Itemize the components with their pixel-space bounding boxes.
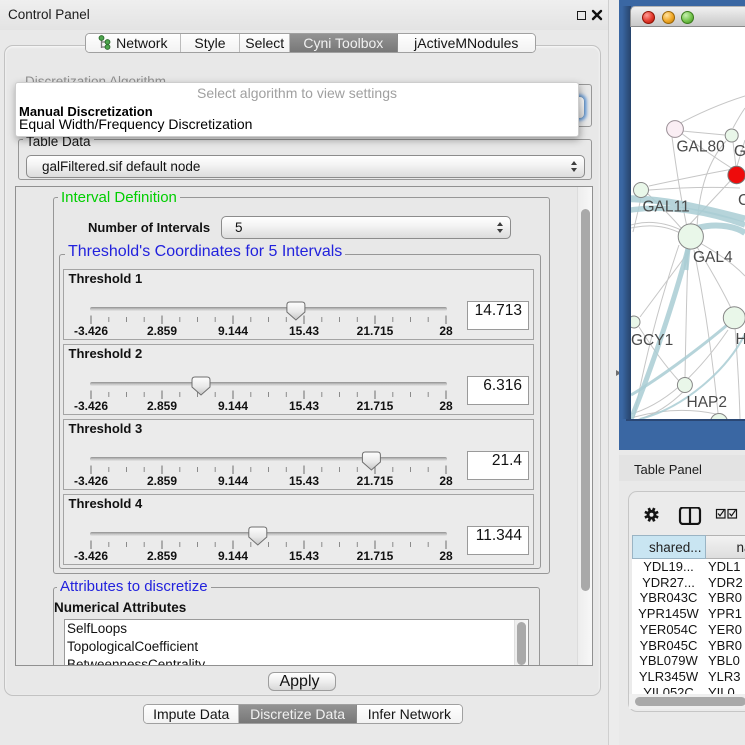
svg-text:15.43: 15.43 bbox=[289, 399, 319, 413]
svg-text:HA: HA bbox=[736, 331, 745, 348]
svg-text:GAL11: GAL11 bbox=[643, 199, 690, 216]
svg-text:GAL4: GAL4 bbox=[693, 249, 733, 266]
svg-text:28: 28 bbox=[439, 474, 453, 488]
svg-text:28: 28 bbox=[439, 549, 453, 563]
svg-text:2.859: 2.859 bbox=[147, 474, 177, 488]
svg-text:GCY1: GCY1 bbox=[631, 332, 673, 349]
svg-text:21.715: 21.715 bbox=[357, 474, 394, 488]
svg-text:9.144: 9.144 bbox=[218, 549, 248, 563]
svg-text:9.144: 9.144 bbox=[218, 399, 248, 413]
svg-text:HAP2: HAP2 bbox=[687, 394, 728, 411]
svg-text:21.715: 21.715 bbox=[357, 549, 394, 563]
svg-text:15.43: 15.43 bbox=[289, 549, 319, 563]
svg-text:2.859: 2.859 bbox=[147, 549, 177, 563]
svg-text:2.859: 2.859 bbox=[147, 399, 177, 413]
svg-text:9.144: 9.144 bbox=[218, 324, 248, 338]
svg-text:21.715: 21.715 bbox=[357, 324, 394, 338]
svg-text:GA: GA bbox=[734, 143, 745, 160]
svg-text:15.43: 15.43 bbox=[289, 474, 319, 488]
svg-text:-3.426: -3.426 bbox=[74, 324, 108, 338]
svg-text:-3.426: -3.426 bbox=[74, 549, 108, 563]
svg-text:28: 28 bbox=[439, 324, 453, 338]
svg-text:9.144: 9.144 bbox=[218, 474, 248, 488]
svg-text:15.43: 15.43 bbox=[289, 324, 319, 338]
svg-text:21.715: 21.715 bbox=[357, 399, 394, 413]
svg-text:GAL80: GAL80 bbox=[677, 139, 726, 156]
svg-text:-3.426: -3.426 bbox=[74, 474, 108, 488]
svg-text:2.859: 2.859 bbox=[147, 324, 177, 338]
svg-text:28: 28 bbox=[439, 399, 453, 413]
svg-text:C: C bbox=[738, 192, 745, 209]
svg-text:-3.426: -3.426 bbox=[74, 399, 108, 413]
